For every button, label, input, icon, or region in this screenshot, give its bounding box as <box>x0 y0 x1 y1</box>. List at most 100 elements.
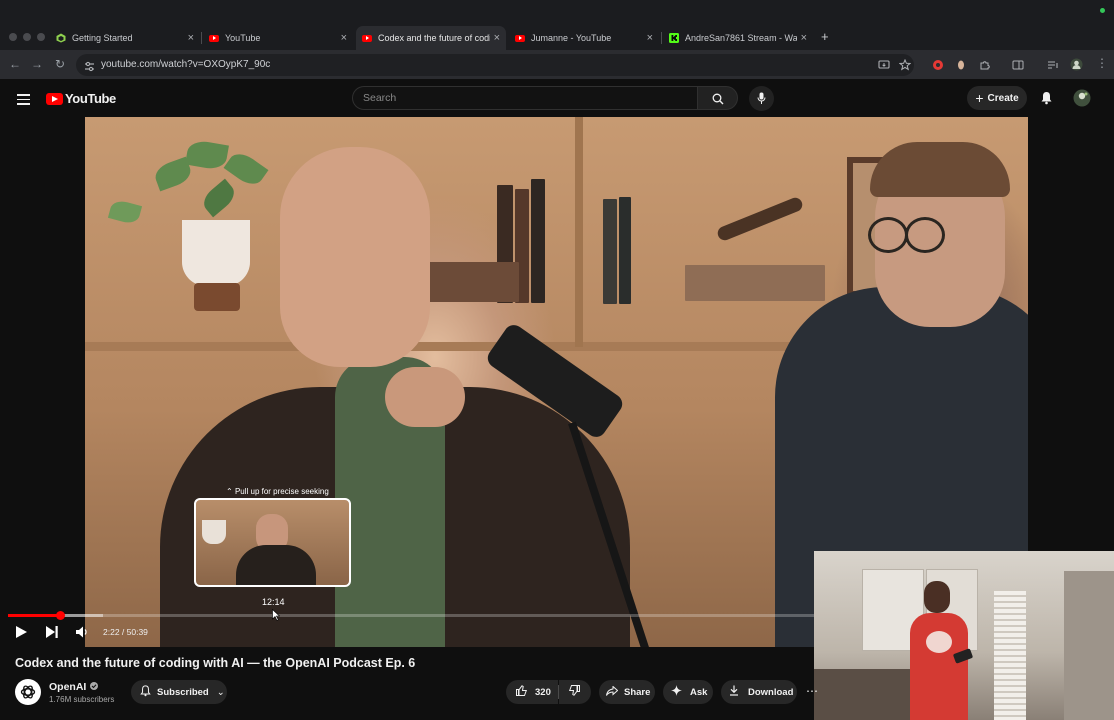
tab-close-icon[interactable]: × <box>341 32 347 44</box>
like-count: 320 <box>535 686 551 698</box>
kitchen-wall <box>1064 571 1114 720</box>
microphone-icon <box>757 92 766 104</box>
create-label: Create <box>987 92 1019 104</box>
share-button[interactable]: Share <box>599 680 655 704</box>
next-video-icon[interactable] <box>46 625 58 643</box>
download-label: Download <box>748 686 794 698</box>
book <box>603 199 617 304</box>
youtube-logo[interactable]: YouTube <box>46 91 116 106</box>
browser-tab-youtube[interactable]: YouTube × <box>203 26 353 50</box>
louvered-door <box>994 591 1026 720</box>
streamer-red-shirt <box>910 613 968 720</box>
play-icon[interactable] <box>16 625 27 643</box>
window-close-button[interactable] <box>9 33 17 41</box>
sparkle-icon <box>671 685 682 699</box>
plant-leaf <box>185 138 229 172</box>
thumbnail-plant <box>202 520 226 544</box>
channel-name[interactable]: OpenAI <box>49 681 86 693</box>
book <box>619 197 631 304</box>
telescope <box>715 195 805 243</box>
webcam-overlay <box>814 551 1114 720</box>
plus-icon: + <box>975 90 984 106</box>
tab-close-icon[interactable]: × <box>647 32 653 44</box>
tab-close-icon[interactable]: × <box>188 32 194 44</box>
listener-hair <box>870 142 1010 197</box>
scrubber-handle[interactable] <box>55 611 65 620</box>
back-arrow-icon[interactable]: ← <box>9 57 21 71</box>
shelf-divider <box>575 117 583 347</box>
tab-divider <box>661 32 662 44</box>
extensions-puzzle-icon[interactable] <box>979 58 991 70</box>
plant-leaf <box>198 178 240 218</box>
tab-title: AndreSan7861 Stream - Watc <box>685 33 797 43</box>
plant-leaf <box>223 148 269 190</box>
chevron-down-icon: ⌄ <box>216 686 225 698</box>
like-button[interactable]: 320 <box>506 680 558 704</box>
openai-logo-icon <box>20 685 36 699</box>
extension-red-icon[interactable] <box>932 58 944 70</box>
download-button[interactable]: Download <box>721 680 797 704</box>
youtube-wordmark: YouTube <box>65 91 116 106</box>
cube-icon <box>56 33 66 43</box>
time-display: 2:22 / 50:39 <box>103 627 148 637</box>
create-button[interactable]: + Create <box>967 86 1027 110</box>
channel-name-row[interactable]: OpenAI <box>49 681 99 693</box>
streamer-head <box>924 581 950 613</box>
glasses <box>905 217 945 253</box>
mouse-cursor-icon <box>272 608 281 626</box>
glasses <box>868 217 908 253</box>
browser-tab-jumanne[interactable]: Jumanne - YouTube × <box>509 26 659 50</box>
account-avatar-icon[interactable] <box>1073 89 1091 112</box>
bookmark-star-icon[interactable] <box>898 58 912 71</box>
search-input[interactable] <box>352 86 697 110</box>
guide-menu-icon[interactable] <box>17 91 30 108</box>
tab-close-icon[interactable]: × <box>494 32 500 44</box>
subscriber-count: 1.76M subscribers <box>49 695 115 704</box>
extension-pin-icon[interactable] <box>955 58 967 70</box>
voice-search-button[interactable] <box>749 86 774 111</box>
ask-label: Ask <box>690 686 708 698</box>
media-controls-icon[interactable] <box>1047 58 1059 70</box>
more-actions-icon[interactable]: ⋯ <box>806 684 818 698</box>
browser-menu-icon[interactable]: ⋮ <box>1096 56 1108 70</box>
forward-arrow-icon[interactable]: → <box>31 57 43 71</box>
book-stack <box>685 265 825 301</box>
youtube-play-logo-icon <box>46 92 63 105</box>
tab-title: Codex and the future of codi <box>378 33 490 43</box>
browser-tab-getting-started[interactable]: Getting Started × <box>50 26 200 50</box>
download-icon <box>729 685 739 699</box>
subscribed-button[interactable]: Subscribed ⌄ <box>131 680 227 704</box>
window-minimize-button[interactable] <box>23 33 31 41</box>
profile-avatar-icon[interactable] <box>1070 58 1083 71</box>
recording-indicator-icon <box>1100 8 1105 13</box>
ask-button[interactable]: Ask <box>663 680 713 704</box>
pot-stand <box>194 283 240 311</box>
tab-divider <box>201 32 202 44</box>
plant-pot <box>182 220 250 286</box>
notifications-bell-icon[interactable] <box>1040 91 1053 110</box>
seek-hint-text: Pull up for precise seeking <box>234 487 329 496</box>
book <box>531 179 545 303</box>
shirt-graphic <box>926 631 952 653</box>
install-app-icon[interactable] <box>878 58 890 70</box>
site-settings-icon[interactable] <box>84 59 95 77</box>
seek-preview-thumbnail <box>194 498 351 587</box>
new-tab-button[interactable]: + <box>821 29 829 44</box>
browser-tab-codex-video[interactable]: Codex and the future of codi × <box>356 26 506 50</box>
tab-close-icon[interactable]: × <box>801 32 807 44</box>
tab-title: Jumanne - YouTube <box>531 33 612 43</box>
volume-icon[interactable] <box>76 625 90 643</box>
dislike-button[interactable] <box>559 680 591 704</box>
browser-tab-kick-stream[interactable]: AndreSan7861 Stream - Watc × <box>663 26 813 50</box>
book-stack <box>429 262 519 302</box>
preview-timestamp: 12:14 <box>262 597 285 607</box>
channel-avatar[interactable] <box>15 679 41 705</box>
reload-icon[interactable]: ↻ <box>55 57 65 71</box>
verified-badge-icon <box>90 681 99 693</box>
kick-favicon-icon <box>669 33 679 43</box>
search-button[interactable] <box>697 86 738 110</box>
url-text[interactable]: youtube.com/watch?v=OXOypK7_90c <box>101 59 270 70</box>
thumbs-up-icon <box>516 685 528 699</box>
side-panel-icon[interactable] <box>1012 58 1024 70</box>
window-zoom-button[interactable] <box>37 33 45 41</box>
